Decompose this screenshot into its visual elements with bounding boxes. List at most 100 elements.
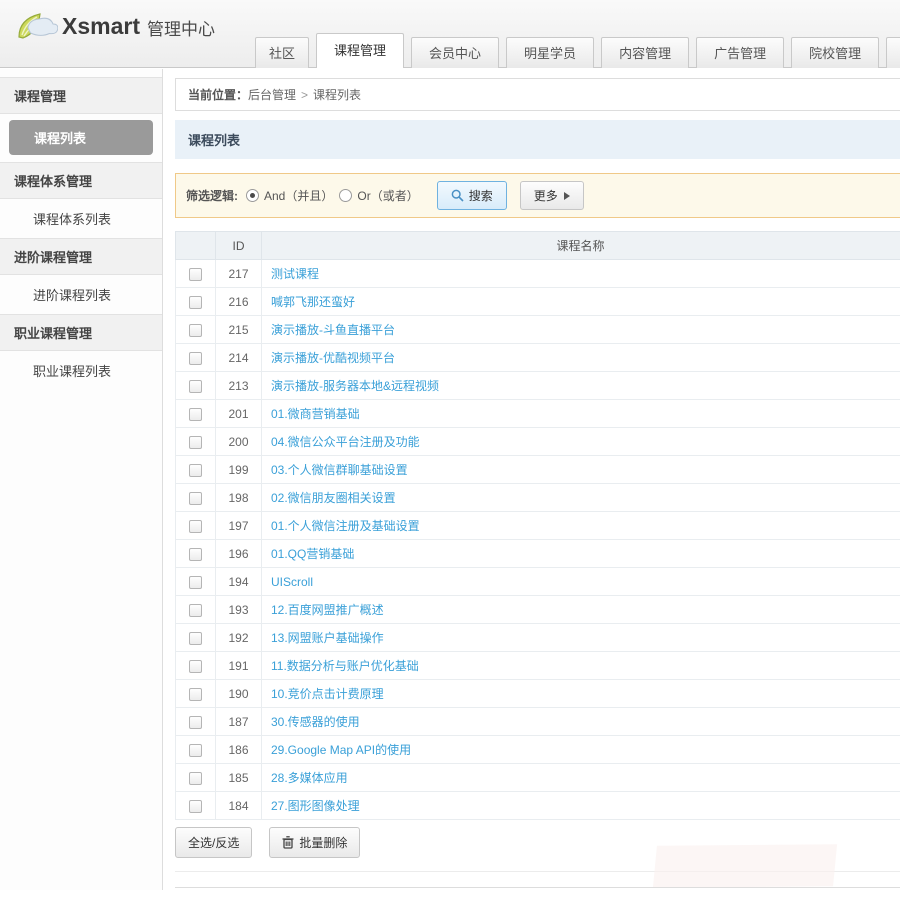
row-checkbox[interactable] <box>189 436 202 449</box>
course-link[interactable]: 12.百度网盟推广概述 <box>271 603 384 617</box>
row-checkbox[interactable] <box>189 324 202 337</box>
nav-tab-3[interactable]: 会员中心 <box>411 37 499 68</box>
logo: Xsmart 管理中心 <box>16 9 215 43</box>
course-id: 216 <box>216 288 262 316</box>
row-checkbox[interactable] <box>189 296 202 309</box>
row-checkbox[interactable] <box>189 408 202 421</box>
course-link[interactable]: 11.数据分析与账户优化基础 <box>271 659 419 673</box>
table-actions: 全选/反选 批量删除 <box>175 827 900 858</box>
table-row: 185 28.多媒体应用 <box>176 764 900 792</box>
table-row: 215 演示播放-斗鱼直播平台 <box>176 316 900 344</box>
nav-tab-1[interactable]: 社区 <box>255 37 309 68</box>
checkbox-cell <box>176 260 216 288</box>
nav-tab-2[interactable]: 课程管理 <box>316 33 404 68</box>
checkbox-cell <box>176 540 216 568</box>
more-button[interactable]: 更多 <box>520 181 584 210</box>
course-link[interactable]: 01.个人微信注册及基础设置 <box>271 519 420 533</box>
course-name-cell: 演示播放-优酷视频平台 <box>262 344 900 372</box>
course-link[interactable]: 演示播放-斗鱼直播平台 <box>271 323 395 337</box>
course-name-cell: 演示播放-斗鱼直播平台 <box>262 316 900 344</box>
checkbox-cell <box>176 708 216 736</box>
course-link[interactable]: 28.多媒体应用 <box>271 771 348 785</box>
radio-or-icon[interactable] <box>339 189 352 202</box>
course-link[interactable]: 01.QQ营销基础 <box>271 547 354 561</box>
row-checkbox[interactable] <box>189 632 202 645</box>
nav-tab-5[interactable]: 内容管理 <box>601 37 689 68</box>
main-content: 当前位置：后台管理>课程列表 课程列表 筛选逻辑: And（并且） Or（或者）… <box>175 69 900 872</box>
course-link[interactable]: 测试课程 <box>271 267 319 281</box>
checkbox-cell <box>176 456 216 484</box>
row-checkbox[interactable] <box>189 464 202 477</box>
course-link[interactable]: 演示播放-服务器本地&远程视频 <box>271 379 439 393</box>
radio-and[interactable]: And（并且） <box>246 187 333 204</box>
checkbox-cell <box>176 512 216 540</box>
course-link[interactable]: 01.微商营销基础 <box>271 407 360 421</box>
row-checkbox[interactable] <box>189 800 202 813</box>
course-name-cell: 28.多媒体应用 <box>262 764 900 792</box>
breadcrumb-current: 课程列表 <box>313 88 361 102</box>
row-checkbox[interactable] <box>189 380 202 393</box>
course-id: 199 <box>216 456 262 484</box>
course-link[interactable]: 30.传感器的使用 <box>271 715 360 729</box>
row-checkbox[interactable] <box>189 352 202 365</box>
sidebar-item[interactable]: 课程列表 <box>9 120 153 155</box>
course-name-cell: 29.Google Map API的使用 <box>262 736 900 764</box>
batch-delete-button[interactable]: 批量删除 <box>269 827 360 858</box>
top-header: Xsmart 管理中心 社区课程管理会员中心明星学员内容管理广告管理院校管理权限… <box>0 0 900 68</box>
course-link[interactable]: 10.竞价点击计费原理 <box>271 687 384 701</box>
radio-and-label: And（并且） <box>264 187 333 204</box>
course-link[interactable]: 演示播放-优酷视频平台 <box>271 351 395 365</box>
course-name-cell: 01.个人微信注册及基础设置 <box>262 512 900 540</box>
search-icon <box>451 189 464 202</box>
breadcrumb-separator: > <box>301 88 308 102</box>
course-link[interactable]: 29.Google Map API的使用 <box>271 743 411 757</box>
select-all-button[interactable]: 全选/反选 <box>175 827 252 858</box>
row-checkbox[interactable] <box>189 604 202 617</box>
table-row: 197 01.个人微信注册及基础设置 <box>176 512 900 540</box>
table-row: 191 11.数据分析与账户优化基础 <box>176 652 900 680</box>
course-link[interactable]: UIScroll <box>271 575 313 589</box>
row-checkbox[interactable] <box>189 744 202 757</box>
nav-tab-8[interactable]: 权限管理 <box>886 37 900 68</box>
more-button-label: 更多 <box>534 187 558 204</box>
sidebar-item[interactable]: 进阶课程列表 <box>0 275 162 314</box>
row-checkbox[interactable] <box>189 268 202 281</box>
search-button[interactable]: 搜索 <box>437 181 507 210</box>
row-checkbox[interactable] <box>189 660 202 673</box>
checkbox-cell <box>176 568 216 596</box>
course-id: 213 <box>216 372 262 400</box>
checkbox-cell <box>176 764 216 792</box>
row-checkbox[interactable] <box>189 520 202 533</box>
radio-or-label: Or（或者） <box>357 187 418 204</box>
radio-or[interactable]: Or（或者） <box>339 187 418 204</box>
leaf-logo-icon <box>16 9 58 43</box>
course-link[interactable]: 04.微信公众平台注册及功能 <box>271 435 420 449</box>
checkbox-cell <box>176 484 216 512</box>
radio-and-icon[interactable] <box>246 189 259 202</box>
table-row: 184 27.图形图像处理 <box>176 792 900 820</box>
course-link[interactable]: 13.网盟账户基础操作 <box>271 631 384 645</box>
breadcrumb-root[interactable]: 后台管理 <box>248 88 296 102</box>
row-checkbox[interactable] <box>189 548 202 561</box>
course-id: 192 <box>216 624 262 652</box>
nav-tab-4[interactable]: 明星学员 <box>506 37 594 68</box>
course-name-cell: 01.QQ营销基础 <box>262 540 900 568</box>
sidebar-item[interactable]: 课程体系列表 <box>0 199 162 238</box>
nav-tab-7[interactable]: 院校管理 <box>791 37 879 68</box>
row-checkbox[interactable] <box>189 492 202 505</box>
course-id: 190 <box>216 680 262 708</box>
course-id: 193 <box>216 596 262 624</box>
course-id: 191 <box>216 652 262 680</box>
checkbox-cell <box>176 288 216 316</box>
checkbox-cell <box>176 372 216 400</box>
row-checkbox[interactable] <box>189 576 202 589</box>
sidebar-item[interactable]: 职业课程列表 <box>0 351 162 390</box>
course-link[interactable]: 02.微信朋友圈相关设置 <box>271 491 396 505</box>
row-checkbox[interactable] <box>189 688 202 701</box>
row-checkbox[interactable] <box>189 772 202 785</box>
nav-tab-6[interactable]: 广告管理 <box>696 37 784 68</box>
course-link[interactable]: 喊郭飞那还蛮好 <box>271 295 355 309</box>
course-link[interactable]: 03.个人微信群聊基础设置 <box>271 463 408 477</box>
course-link[interactable]: 27.图形图像处理 <box>271 799 360 813</box>
row-checkbox[interactable] <box>189 716 202 729</box>
